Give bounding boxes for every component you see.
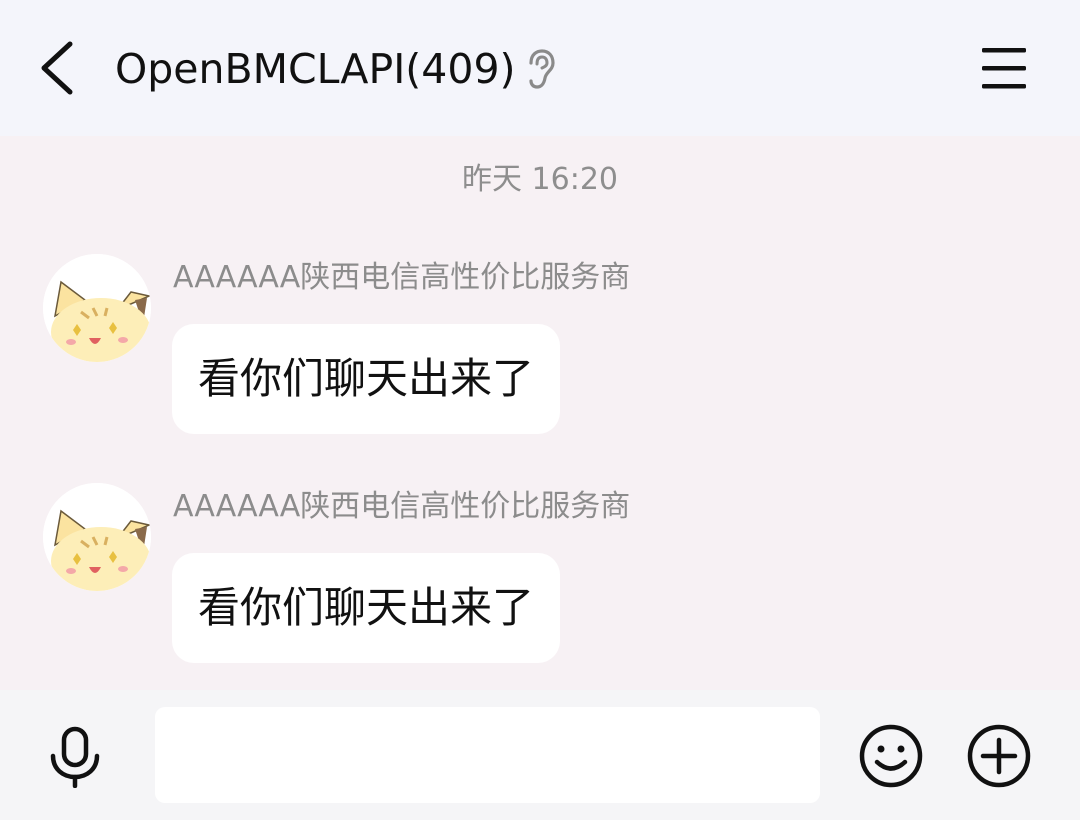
ear-icon[interactable] [524,48,558,90]
sender-avatar[interactable] [43,483,151,591]
menu-button[interactable] [978,45,1030,91]
chat-title[interactable]: OpenBMCLAPI(409) [115,43,516,95]
message-bubble[interactable]: 看你们聊天出来了 [172,553,561,663]
message-item: AAAAAA陕西电信高性价比服务商 看你们聊天出来了 [0,483,1080,683]
sender-avatar[interactable] [43,254,151,362]
hamburger-menu-icon [982,48,1026,89]
input-bar [0,690,1080,820]
message-bubble[interactable]: 看你们聊天出来了 [172,324,561,434]
cat-avatar-icon [43,254,151,362]
sender-name: AAAAAA陕西电信高性价比服务商 [173,489,631,524]
plus-circle-icon [967,724,1031,788]
cat-avatar-icon [43,483,151,591]
message-item: AAAAAA陕西电信高性价比服务商 看你们聊天出来了 [0,254,1080,454]
more-button[interactable] [966,723,1032,789]
message-timestamp: 昨天 16:20 [462,162,618,197]
chevron-left-icon [41,41,73,95]
emoji-button[interactable] [858,723,924,789]
message-input[interactable] [155,707,820,803]
chat-header: OpenBMCLAPI(409) [0,0,1080,136]
sender-name: AAAAAA陕西电信高性价比服务商 [173,260,631,295]
smiley-icon [859,724,923,788]
microphone-icon [50,726,100,789]
voice-button[interactable] [44,726,106,789]
back-button[interactable] [30,36,90,100]
